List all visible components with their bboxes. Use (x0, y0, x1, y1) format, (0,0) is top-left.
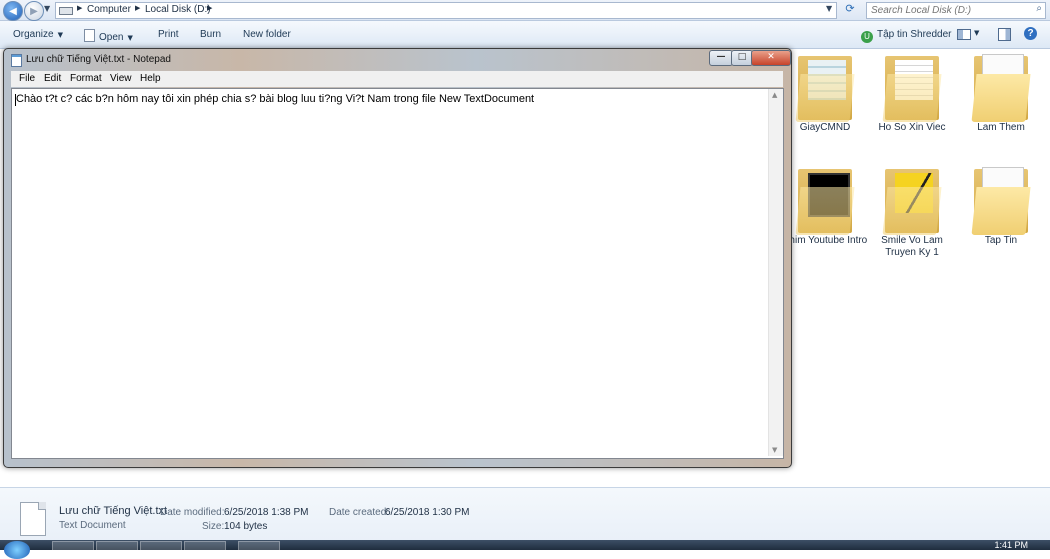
notepad-icon (84, 29, 95, 42)
computer-icon (59, 7, 73, 15)
menu-view[interactable]: View (110, 73, 132, 84)
scroll-up-icon[interactable]: ▲ (772, 91, 777, 99)
folder-item-giaycmnd[interactable]: GiayCMND (780, 52, 870, 134)
notepad-menubar: File Edit Format View Help (11, 71, 783, 87)
forward-button[interactable]: ▶ (24, 1, 44, 21)
folder-item-smile-vo-lam[interactable]: Smile Vo Lam Truyen Ky 1 (867, 165, 957, 259)
folder-image-icon (879, 165, 945, 239)
menu-format[interactable]: Format (70, 73, 102, 84)
menu-file[interactable]: File (19, 73, 35, 84)
shredder-label: Tập tin Shredder (877, 29, 952, 40)
open-label: Open (99, 32, 124, 43)
notepad-titlebar[interactable]: Lưu chữ Tiếng Việt.txt - Notepad — □ ✕ (4, 49, 791, 69)
recent-pages-dropdown-icon[interactable]: ▼ (44, 4, 50, 13)
back-button[interactable]: ◀ (3, 1, 23, 21)
details-file-name: Lưu chữ Tiếng Việt.txt (59, 505, 168, 517)
menu-help[interactable]: Help (140, 73, 161, 84)
taskbar-clock[interactable]: 1:41 PM (994, 540, 1028, 550)
shredder-icon: U (861, 31, 873, 43)
start-button[interactable] (4, 541, 30, 559)
size-value: 104 bytes (224, 521, 268, 532)
notepad-title: Lưu chữ Tiếng Việt.txt - Notepad (26, 54, 171, 65)
folder-icon (968, 165, 1034, 239)
text-file-icon (20, 502, 46, 536)
vertical-scrollbar[interactable]: ▲ ▼ (768, 89, 783, 456)
maximize-button[interactable]: □ (731, 50, 753, 66)
refresh-icon[interactable]: ⟳ (842, 2, 858, 17)
preview-pane-icon[interactable] (998, 28, 1011, 41)
address-bar-row: ◀ ▶ ▼ ▶ Computer ▶ Local Disk (D:) ▶ ▼ ⟳… (0, 0, 1050, 21)
scroll-down-icon[interactable]: ▼ (772, 446, 777, 454)
open-button[interactable]: Open ▼ (84, 29, 133, 43)
search-input[interactable] (867, 3, 1021, 17)
date-created-label: Date created: (329, 507, 390, 518)
breadcrumb-arrow-icon[interactable]: ▶ (135, 4, 140, 12)
date-modified-label: Date modified: (160, 507, 225, 518)
size-label: Size: (202, 521, 225, 532)
folder-item-tap-tin[interactable]: Tap Tin (956, 165, 1046, 247)
organize-button[interactable]: Organize ▼ (13, 29, 63, 40)
folder-item-phim-youtube-intro[interactable]: Phim Youtube Intro (780, 165, 870, 247)
breadcrumb-local-disk[interactable]: Local Disk (D:) (145, 4, 211, 15)
folder-item-ho-so-xin-viec[interactable]: Ho So Xin Viec (867, 52, 957, 134)
chevron-down-icon: ▼ (127, 34, 133, 42)
shredder-button[interactable]: U Tập tin Shredder (861, 29, 952, 43)
notepad-window[interactable]: Lưu chữ Tiếng Việt.txt - Notepad — □ ✕ F… (3, 48, 792, 468)
search-box[interactable]: ⌕ (866, 2, 1046, 19)
search-icon[interactable]: ⌕ (1036, 3, 1042, 14)
details-pane: Lưu chữ Tiếng Việt.txt Text Document Dat… (0, 487, 1050, 541)
folder-item-lam-them[interactable]: Lam Them (956, 52, 1046, 134)
organize-label: Organize (13, 29, 54, 40)
details-file-type: Text Document (59, 520, 126, 531)
notepad-content: Chào t?t c? các b?n hôm nay tôi xin phép… (14, 93, 535, 106)
help-icon[interactable]: ? (1024, 27, 1037, 40)
chevron-down-icon: ▼ (57, 31, 63, 39)
folder-document-icon (792, 52, 858, 126)
burn-button[interactable]: Burn (200, 29, 221, 40)
command-bar: Organize ▼ Open ▼ Print Burn New folder UT… (0, 21, 1050, 49)
new-folder-button[interactable]: New folder (243, 29, 291, 40)
taskbar: 1:41 PM (0, 540, 1050, 559)
folder-document-icon (879, 52, 945, 126)
close-button[interactable]: ✕ (751, 50, 791, 66)
folder-video-icon (792, 165, 858, 239)
print-button[interactable]: Print (158, 29, 179, 40)
notepad-icon[interactable] (11, 54, 22, 67)
address-field[interactable]: ▶ Computer ▶ Local Disk (D:) ▶ (55, 2, 837, 19)
breadcrumb-arrow-icon[interactable]: ▶ (207, 4, 212, 12)
notepad-text-area[interactable]: Chào t?t c? các b?n hôm nay tôi xin phép… (11, 88, 784, 459)
breadcrumb-computer[interactable]: Computer (87, 4, 131, 15)
change-view-icon[interactable] (957, 29, 971, 40)
menu-edit[interactable]: Edit (44, 73, 61, 84)
address-dropdown-icon[interactable]: ▼ (826, 4, 832, 13)
folder-icon (968, 52, 1034, 126)
date-modified-value: 6/25/2018 1:38 PM (224, 507, 309, 518)
minimize-button[interactable]: — (709, 50, 733, 66)
view-options-dropdown-icon[interactable]: ▼ (974, 29, 979, 37)
date-created-value: 6/25/2018 1:30 PM (385, 507, 470, 518)
breadcrumb-arrow-icon[interactable]: ▶ (77, 4, 82, 12)
